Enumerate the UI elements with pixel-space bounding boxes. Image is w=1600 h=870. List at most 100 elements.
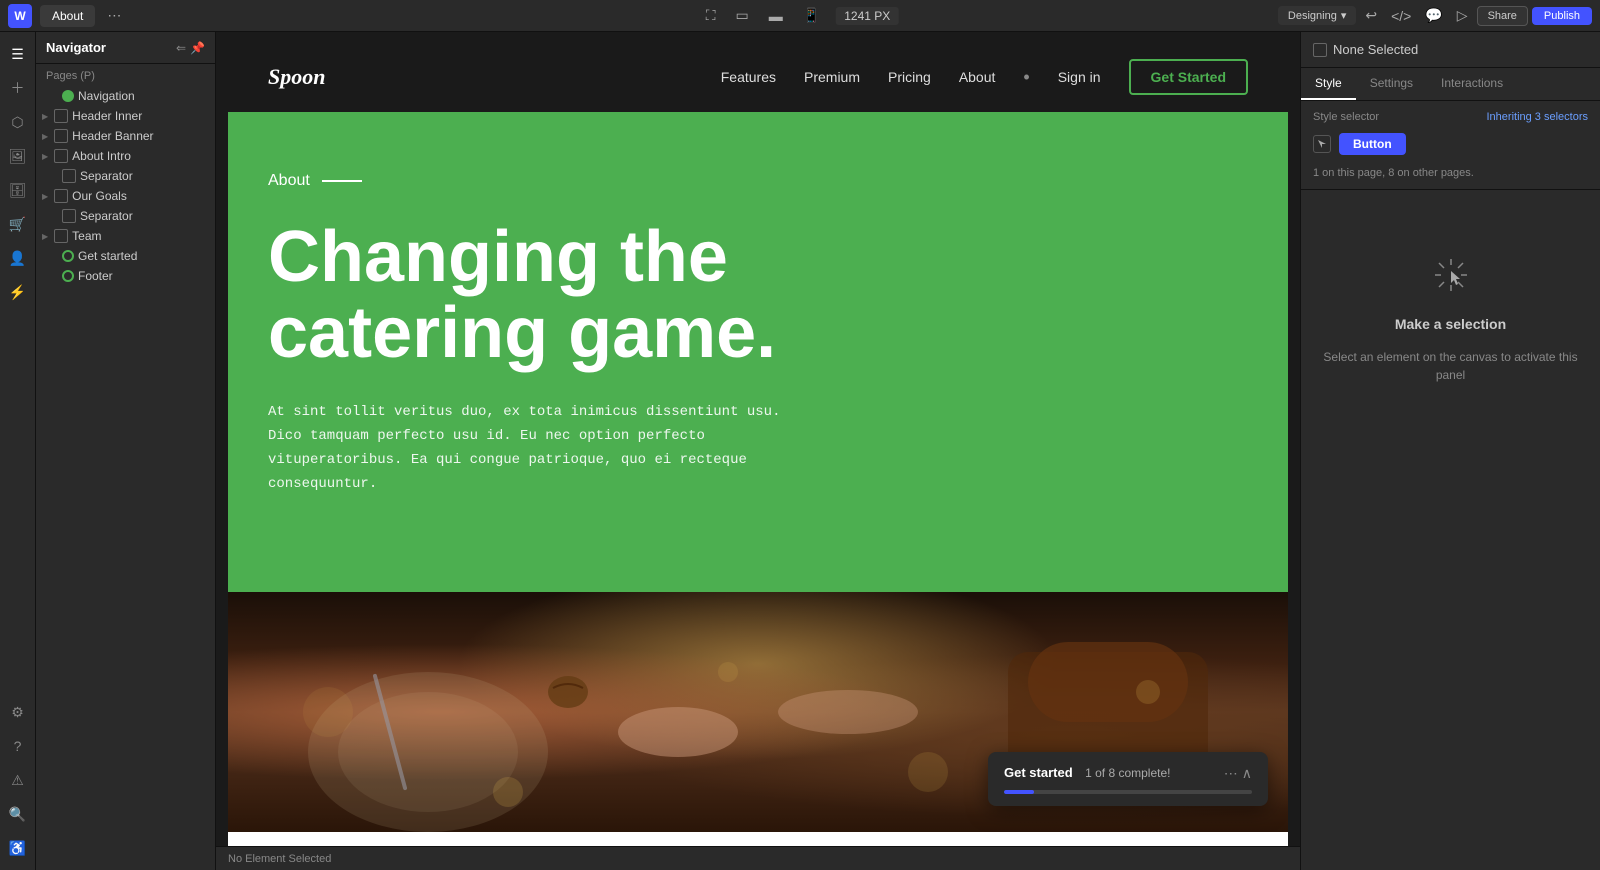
- toast-progress-fill: [1004, 790, 1034, 794]
- help-icon[interactable]: ?: [4, 732, 32, 760]
- on-page-note: 1 on this page, 8 on other pages.: [1301, 163, 1600, 189]
- search-icon[interactable]: 🔍: [4, 800, 32, 828]
- toast-subtitle: 1 of 8 complete!: [1085, 766, 1170, 780]
- active-tab[interactable]: About: [40, 5, 95, 27]
- toast-controls: ⋯ ∧: [1224, 765, 1252, 782]
- about-label: About: [268, 172, 1248, 190]
- canvas-inner: Spoon Features Premium Pricing About • S…: [216, 32, 1300, 846]
- style-selector-label: Style selector: [1313, 111, 1379, 123]
- navigator-icon[interactable]: ☰: [4, 40, 32, 68]
- toast-title: Get started: [1004, 765, 1073, 780]
- nav-item-footer[interactable]: Footer: [36, 266, 215, 286]
- panel-tabs: Style Settings Interactions: [1301, 68, 1600, 101]
- right-panel: None Selected Style Settings Interaction…: [1300, 32, 1600, 870]
- nav-item-our-goals[interactable]: ▶ Our Goals: [36, 186, 215, 206]
- get-started-toast: Get started 1 of 8 complete! ⋯ ∧: [988, 752, 1268, 806]
- px-display: 1241 PX: [836, 7, 898, 25]
- style-selector-row: Style selector Inheriting 3 selectors: [1301, 101, 1600, 133]
- w-logo[interactable]: W: [8, 4, 32, 28]
- no-element-label: No Element Selected: [228, 853, 331, 865]
- add-icon[interactable]: ＋: [4, 74, 32, 102]
- nav-item-navigation[interactable]: Navigation: [36, 86, 215, 106]
- assets-icon[interactable]: 🖼: [4, 142, 32, 170]
- ecommerce-icon[interactable]: 🛒: [4, 210, 32, 238]
- more-options-icon[interactable]: ⋯: [103, 5, 125, 26]
- tab-style[interactable]: Style: [1301, 68, 1356, 100]
- users-icon[interactable]: 👤: [4, 244, 32, 272]
- site-nav-links: Features Premium Pricing About • Sign in…: [721, 59, 1248, 95]
- toast-more-icon[interactable]: ⋯: [1224, 765, 1238, 782]
- make-selection-title: Make a selection: [1395, 316, 1506, 332]
- fullscreen-icon[interactable]: ⛶: [702, 5, 720, 26]
- make-selection-desc: Select an element on the canvas to activ…: [1321, 348, 1580, 384]
- horizontal-icon[interactable]: ▬: [765, 6, 787, 26]
- hero-title: Changing the catering game.: [268, 220, 868, 371]
- pages-label: Pages (P): [36, 64, 215, 86]
- nav-tree: Navigation ▶ Header Inner ▶ Header Banne…: [36, 86, 215, 870]
- right-panel-header: None Selected: [1301, 32, 1600, 68]
- preview-button[interactable]: ▷: [1452, 4, 1473, 27]
- toast-title-area: Get started 1 of 8 complete!: [1004, 764, 1170, 782]
- settings-icon[interactable]: ⚙: [4, 698, 32, 726]
- nav-item-about-intro[interactable]: ▶ About Intro: [36, 146, 215, 166]
- left-toolbar: ☰ ＋ ⬡ 🖼 🗄 🛒 👤 ⚡ ⚙ ? ⚠ 🔍 ♿: [0, 32, 36, 870]
- box-icon: [54, 149, 68, 163]
- site-navigation: Spoon Features Premium Pricing About • S…: [228, 42, 1288, 112]
- selector-icon: [1313, 135, 1331, 153]
- button-selector-tag[interactable]: Button: [1339, 133, 1406, 155]
- nav-item-get-started[interactable]: Get started: [36, 246, 215, 266]
- navigator-pin-icon[interactable]: 📌: [190, 41, 205, 55]
- share-button[interactable]: Share: [1477, 6, 1528, 26]
- logic-icon[interactable]: ⚡: [4, 278, 32, 306]
- accessibility-icon[interactable]: ♿: [4, 834, 32, 862]
- toast-progress-bar: [1004, 790, 1252, 794]
- nav-item-team[interactable]: ▶ Team: [36, 226, 215, 246]
- components-icon[interactable]: ⬡: [4, 108, 32, 136]
- comment-button[interactable]: 💬: [1420, 4, 1447, 27]
- designing-button[interactable]: Designing ▾: [1278, 6, 1356, 25]
- box-icon: [54, 109, 68, 123]
- nav-link-premium[interactable]: Premium: [804, 69, 860, 85]
- publish-button[interactable]: Publish: [1532, 7, 1592, 25]
- style-selector-value[interactable]: Inheriting 3 selectors: [1487, 111, 1589, 123]
- nav-item-header-inner[interactable]: ▶ Header Inner: [36, 106, 215, 126]
- navigator-panel: Navigator ⇐ 📌 Pages (P) Navigation ▶ Hea…: [36, 32, 216, 870]
- about-line: [322, 180, 362, 182]
- nav-dot: •: [1023, 67, 1029, 88]
- hero-description: At sint tollit veritus duo, ex tota inim…: [268, 401, 788, 496]
- cms-icon[interactable]: 🗄: [4, 176, 32, 204]
- nav-cta-button[interactable]: Get Started: [1129, 59, 1248, 95]
- nav-link-about[interactable]: About: [959, 69, 996, 85]
- checkbox-empty: [1313, 43, 1327, 57]
- tablet-icon[interactable]: ▭: [732, 5, 753, 26]
- navigator-collapse-icon[interactable]: ⇐: [176, 41, 186, 55]
- nav-item-header-banner[interactable]: ▶ Header Banner: [36, 126, 215, 146]
- cursor-icon: [1426, 250, 1476, 300]
- hero-section: About Changing the catering game. At sin…: [228, 112, 1288, 592]
- toast-close-icon[interactable]: ∧: [1242, 765, 1252, 782]
- code-button[interactable]: </>: [1386, 5, 1416, 27]
- nav-signin[interactable]: Sign in: [1058, 69, 1101, 85]
- box-icon: [54, 189, 68, 203]
- make-selection-area: Make a selection Select an element on th…: [1301, 190, 1600, 444]
- box-icon: [62, 209, 76, 223]
- toast-header: Get started 1 of 8 complete! ⋯ ∧: [1004, 764, 1252, 782]
- nav-item-separator-2[interactable]: Separator: [36, 206, 215, 226]
- box-icon: [62, 169, 76, 183]
- nav-item-separator-1[interactable]: Separator: [36, 166, 215, 186]
- box-icon: [54, 229, 68, 243]
- none-selected: None Selected: [1313, 42, 1418, 57]
- navigator-header: Navigator ⇐ 📌: [36, 32, 215, 64]
- page-frame: Spoon Features Premium Pricing About • S…: [228, 42, 1288, 846]
- canvas-area: Spoon Features Premium Pricing About • S…: [216, 32, 1300, 870]
- nav-link-pricing[interactable]: Pricing: [888, 69, 931, 85]
- canvas-bottom-bar: No Element Selected: [216, 846, 1300, 870]
- tab-settings[interactable]: Settings: [1356, 68, 1427, 100]
- tab-interactions[interactable]: Interactions: [1427, 68, 1517, 100]
- warning-icon[interactable]: ⚠: [4, 766, 32, 794]
- box-icon: [54, 129, 68, 143]
- undo-button[interactable]: ↩: [1360, 4, 1382, 27]
- phone-icon[interactable]: 📱: [799, 5, 824, 26]
- nav-link-features[interactable]: Features: [721, 69, 776, 85]
- main-area: ☰ ＋ ⬡ 🖼 🗄 🛒 👤 ⚡ ⚙ ? ⚠ 🔍 ♿ Navigator ⇐ 📌 …: [0, 32, 1600, 870]
